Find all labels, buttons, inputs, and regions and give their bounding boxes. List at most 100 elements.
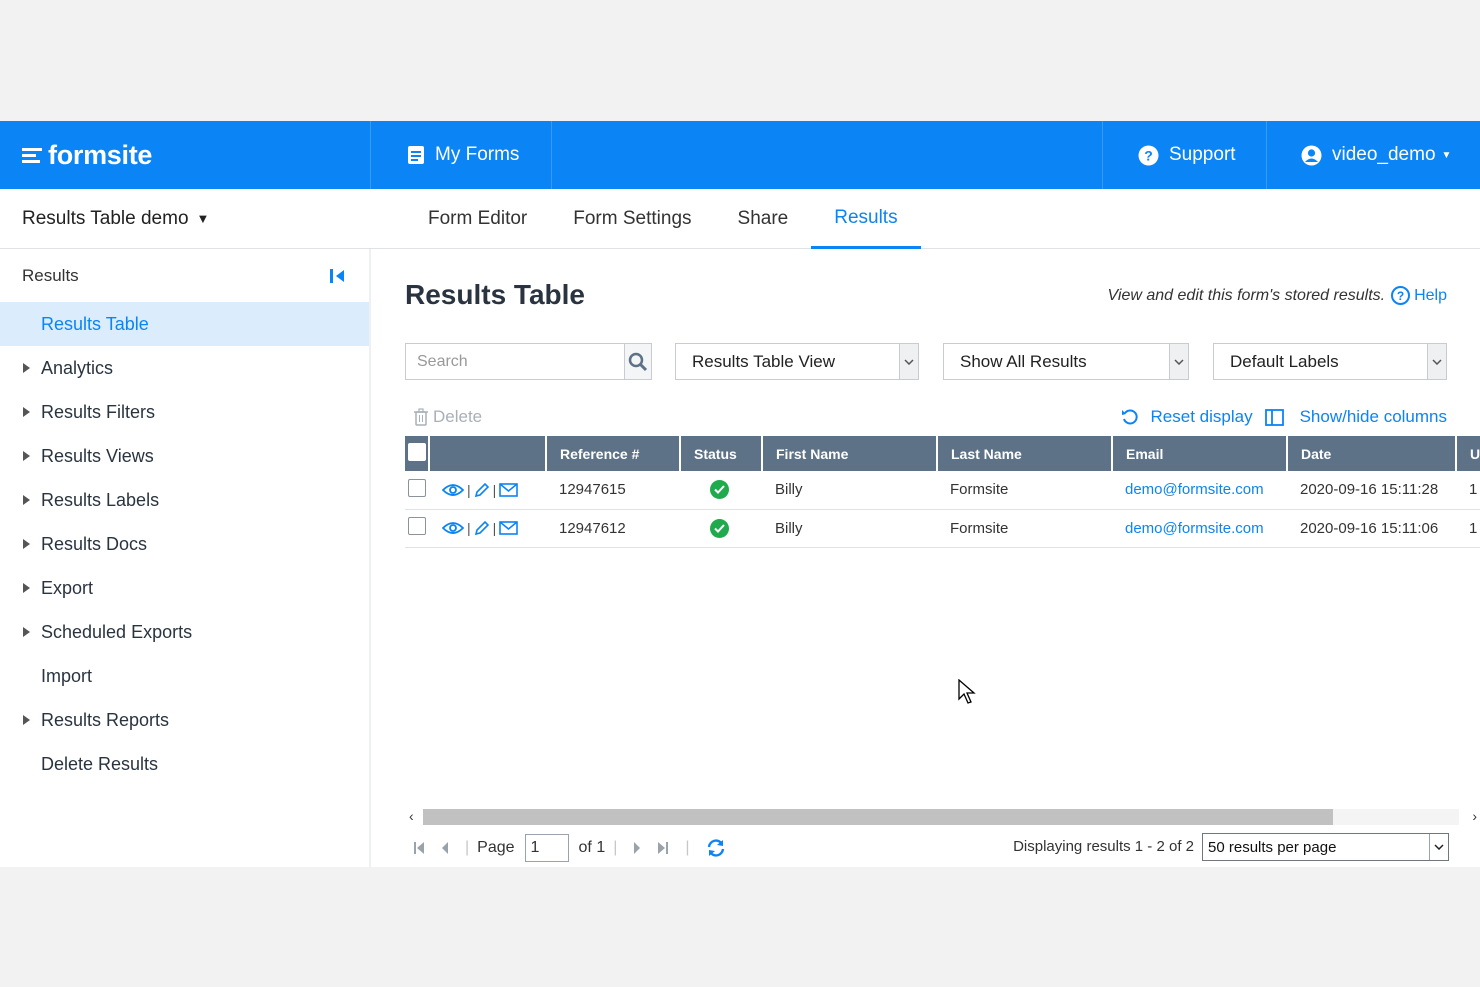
email-envelope-icon[interactable] <box>499 521 519 535</box>
expand-triangle-icon <box>23 495 30 505</box>
tab-form-editor[interactable]: Form Editor <box>405 189 550 249</box>
scroll-right-icon[interactable]: › <box>1472 808 1477 824</box>
sidebar-item-label: Delete Results <box>41 753 159 774</box>
chevron-down-icon <box>1429 834 1448 860</box>
reset-display-button[interactable]: Reset display <box>1121 407 1253 427</box>
help-link[interactable]: ? Help <box>1391 286 1447 305</box>
column-header-status[interactable]: Status <box>680 436 763 471</box>
my-forms-link[interactable]: My Forms <box>370 121 552 189</box>
show-hide-columns-button[interactable]: Show/hide columns <box>1264 407 1447 427</box>
last-name-cell: Formsite <box>937 509 1112 548</box>
show-hide-columns-label: Show/hide columns <box>1299 407 1447 426</box>
mouse-cursor-icon <box>958 679 976 704</box>
first-page-icon[interactable] <box>413 841 425 855</box>
row-select-cell <box>405 509 429 548</box>
chevron-down-icon <box>1427 344 1446 379</box>
email-cell[interactable]: demo@formsite.com <box>1112 471 1287 510</box>
next-page-icon[interactable] <box>633 841 641 855</box>
main-content: Results Table View and edit this form's … <box>371 249 1480 867</box>
view-eye-icon[interactable] <box>442 521 464 535</box>
reset-display-label: Reset display <box>1150 407 1253 426</box>
form-title: Results Table demo <box>22 207 189 229</box>
table-tools: Reset display Show/hide columns <box>1109 407 1447 427</box>
results-count: Displaying results 1 - 2 of 2 <box>1013 838 1194 855</box>
sidebar-item-delete-results[interactable]: Delete Results <box>0 742 369 786</box>
row-checkbox[interactable] <box>408 478 426 497</box>
reference-cell: 12947615 <box>546 471 680 510</box>
email-cell[interactable]: demo@formsite.com <box>1112 509 1287 548</box>
column-header-first-name[interactable]: First Name <box>762 436 938 471</box>
search-button[interactable] <box>624 344 651 379</box>
view-eye-icon[interactable] <box>442 483 464 497</box>
column-header-date[interactable]: Date <box>1287 436 1457 471</box>
table-toolbar: Delete Reset display Show/hide columns <box>405 407 1447 431</box>
results-sidebar: Results Results Table Analytics Results … <box>0 249 371 867</box>
sidebar-item-export[interactable]: Export <box>0 566 369 610</box>
previous-page-icon[interactable] <box>441 841 449 855</box>
sidebar-item-results-views[interactable]: Results Views <box>0 434 369 478</box>
expand-triangle-icon <box>23 583 30 593</box>
date-cell: 2020-09-16 15:11:06 <box>1287 509 1456 548</box>
column-header-last-name[interactable]: Last Name <box>937 436 1113 471</box>
sidebar-item-label: Results Filters <box>41 401 156 422</box>
sidebar-item-results-table[interactable]: Results Table <box>0 302 369 346</box>
row-checkbox[interactable] <box>408 517 426 535</box>
results-filter-select[interactable]: Show All Results <box>943 343 1189 380</box>
scroll-thumb[interactable] <box>423 809 1333 825</box>
column-header-reference[interactable]: Reference # <box>546 436 681 471</box>
delete-button[interactable]: Delete <box>413 407 482 427</box>
form-selector[interactable]: Results Table demo ▼ <box>22 189 370 249</box>
page-number-input[interactable]: 1 <box>524 834 569 862</box>
scroll-left-icon[interactable]: ‹ <box>409 808 414 824</box>
sidebar-item-results-reports[interactable]: Results Reports <box>0 698 369 742</box>
expand-triangle-icon <box>23 715 30 725</box>
horizontal-scrollbar[interactable]: ‹ › <box>405 808 1477 826</box>
search-icon <box>628 352 648 371</box>
page-hint: View and edit this form's stored results… <box>1108 286 1447 305</box>
sidebar-item-results-labels[interactable]: Results Labels <box>0 478 369 522</box>
status-cell <box>680 471 762 510</box>
tab-form-settings[interactable]: Form Settings <box>550 189 714 249</box>
pagination-bar: | Page 1 of 1 | | Displaying results 1 -… <box>405 833 1449 863</box>
sidebar-item-label: Results Table <box>41 313 149 334</box>
user-icon <box>1301 145 1322 165</box>
support-link[interactable]: ? Support <box>1102 121 1266 189</box>
expand-triangle-icon <box>23 451 30 461</box>
formsite-logo[interactable]: formsite <box>22 121 152 189</box>
chevron-down-icon <box>899 344 918 379</box>
expand-triangle-icon <box>23 363 30 373</box>
email-envelope-icon[interactable] <box>499 482 519 497</box>
sidebar-item-results-docs[interactable]: Results Docs <box>0 522 369 566</box>
refresh-icon[interactable] <box>706 839 726 857</box>
last-page-icon[interactable] <box>657 841 669 855</box>
last-name-cell: Formsite <box>937 471 1112 510</box>
collapse-sidebar-icon[interactable] <box>329 267 347 285</box>
user-menu[interactable]: video_demo ▼ <box>1266 121 1480 189</box>
per-page-select[interactable]: 50 results per page <box>1202 833 1449 861</box>
results-view-select[interactable]: Results Table View <box>675 343 919 380</box>
sidebar-item-import[interactable]: Import <box>0 654 369 698</box>
delete-label: Delete <box>433 407 483 426</box>
extra-cell: 1 <box>1456 509 1480 548</box>
caret-down-icon: ▼ <box>196 211 210 226</box>
help-label: Help <box>1414 286 1447 304</box>
sidebar-item-results-filters[interactable]: Results Filters <box>0 390 369 434</box>
sidebar-item-scheduled-exports[interactable]: Scheduled Exports <box>0 610 369 654</box>
expand-triangle-icon <box>23 407 30 417</box>
edit-pencil-icon[interactable] <box>474 520 490 536</box>
tab-results[interactable]: Results <box>811 189 921 249</box>
sidebar-item-analytics[interactable]: Analytics <box>0 346 369 390</box>
column-header-extra[interactable]: U <box>1456 436 1480 471</box>
edit-pencil-icon[interactable] <box>474 482 490 498</box>
column-header-email[interactable]: Email <box>1112 436 1288 471</box>
sidebar-item-label: Results Labels <box>41 489 160 510</box>
search-input[interactable] <box>406 344 624 379</box>
brand-name: formsite <box>48 139 153 170</box>
results-labels-select[interactable]: Default Labels <box>1213 343 1447 380</box>
tab-share[interactable]: Share <box>715 189 812 249</box>
select-all-checkbox[interactable] <box>408 443 426 461</box>
sidebar-item-label: Import <box>41 665 93 686</box>
table-header-row: Reference # Status First Name Last Name … <box>405 436 1480 471</box>
table-row: | | 12947612 Billy Formsite demo@formsit… <box>405 509 1480 548</box>
sidebar-heading: Results <box>0 249 369 302</box>
